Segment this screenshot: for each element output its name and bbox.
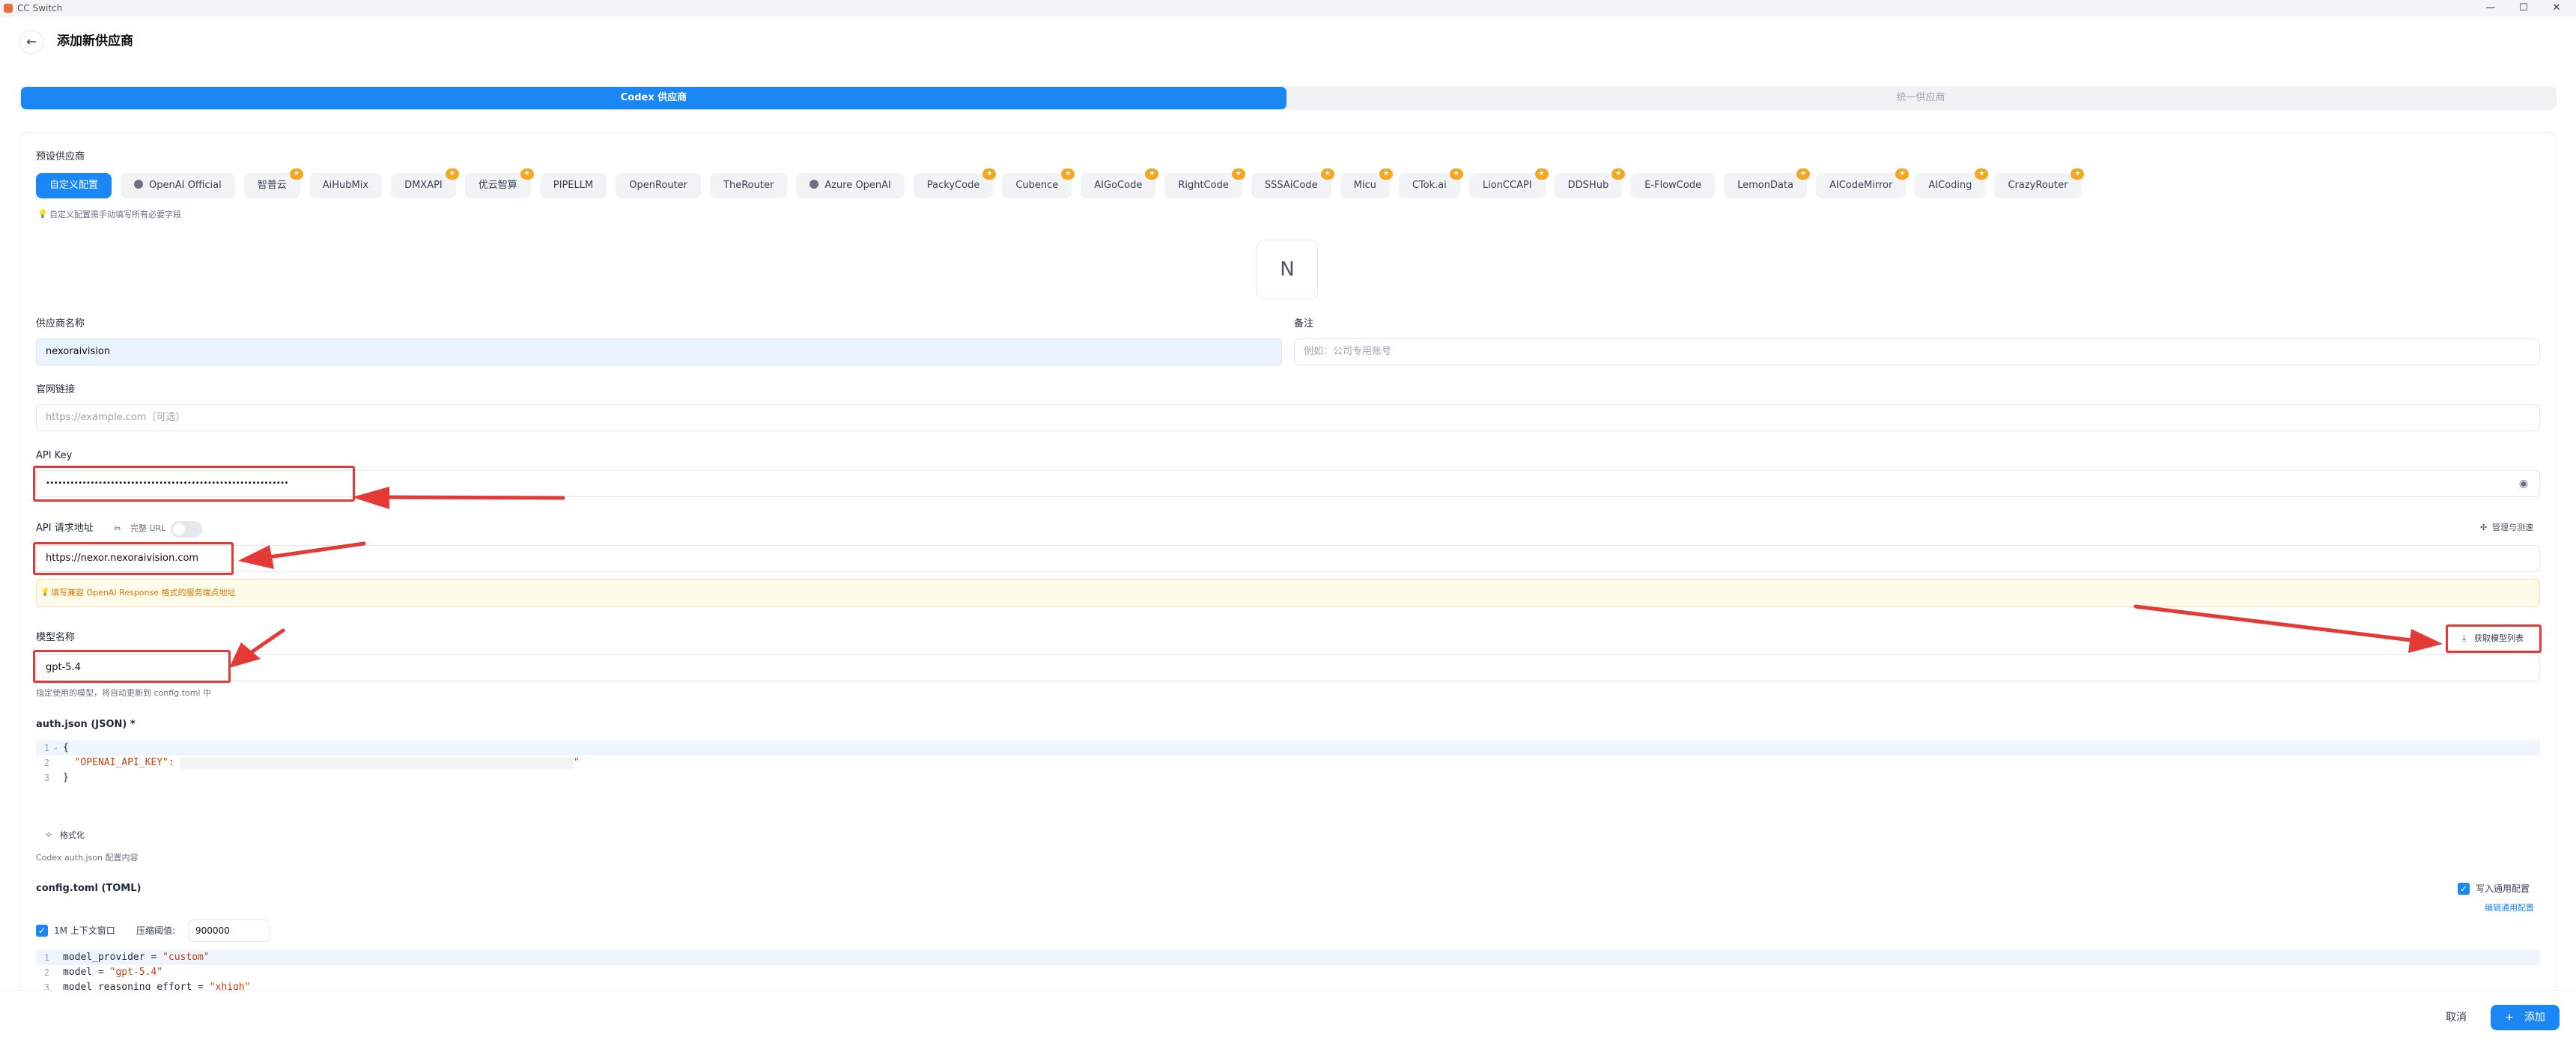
arrowhead-api-key (352, 487, 389, 509)
annotation-arrows (229, 487, 2443, 668)
arrow-fetch-models (2133, 604, 2414, 642)
arrow-model (245, 628, 285, 657)
arrow-api-url (261, 541, 366, 560)
arrow-api-key (372, 495, 565, 500)
arrowhead-fetch-models (2408, 629, 2443, 653)
arrowhead-api-url (238, 545, 274, 569)
arrowhead-model (229, 642, 261, 668)
